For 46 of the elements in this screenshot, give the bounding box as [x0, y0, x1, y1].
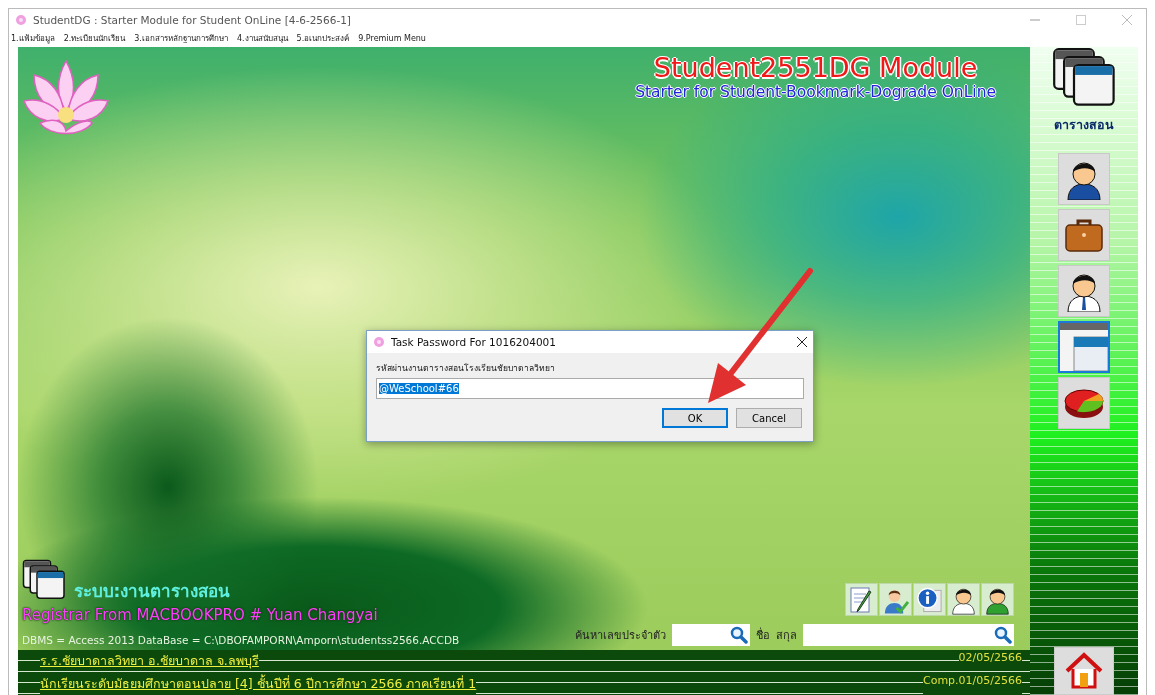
- database-path: DBMS = Access 2013 DataBase = C:\DBOFAMPORN\Amporn\studentss2566.ACCDB: [22, 634, 460, 646]
- sidebar-button[interactable]: [1058, 377, 1110, 429]
- name-search-field[interactable]: [803, 624, 991, 646]
- sidebar-button[interactable]: [1058, 265, 1110, 317]
- module-title: Student2551DG Module: [653, 53, 978, 83]
- flower-icon: [373, 336, 385, 348]
- flower-icon: [15, 14, 27, 26]
- menu-item[interactable]: 1.แฟ้มข้อมูล: [11, 31, 55, 45]
- name-label: ชื่อ: [756, 626, 770, 644]
- home-button[interactable]: [1054, 647, 1114, 695]
- class-info: นักเรียนระดับมัธยมศึกษาตอนปลาย [4] ชั้นปีที่ 6 ปีการศึกษา 2566 ภาคเรียนที่ 1: [40, 673, 477, 694]
- comp-date: Comp.01/05/2566: [923, 673, 1022, 694]
- dialog-button[interactable]: OK: [662, 408, 728, 428]
- menu-item[interactable]: 2.ทะเบียนนักเรียน: [63, 31, 126, 45]
- menu-item[interactable]: 9.Premium Menu: [358, 33, 426, 43]
- toolbar-button[interactable]: [947, 583, 980, 616]
- toolbar-button[interactable]: [913, 583, 946, 616]
- school-name: ร.ร.ชัยบาดาลวิทยา อ.ชัยบาดาล จ.ลพบุรี: [40, 651, 259, 672]
- search-button[interactable]: [991, 624, 1014, 646]
- toolbar-button[interactable]: [981, 583, 1014, 616]
- menu-item[interactable]: 3.เอกสารหลักฐานการศึกษา: [134, 31, 228, 45]
- module-subtitle: Starter for Student-Bookmark-Dograde OnLine: [635, 83, 996, 101]
- toolbar-button[interactable]: [845, 583, 878, 616]
- sidebar-caption: ตารางสอน: [1054, 116, 1114, 134]
- close-icon[interactable]: [797, 337, 807, 347]
- menu-item[interactable]: 5.อเนกประสงค์: [296, 31, 350, 45]
- sidebar-button[interactable]: [1058, 209, 1110, 261]
- id-search-label: ค้นหาเลขประจำตัว: [575, 628, 666, 644]
- menu-item[interactable]: 4.งานสนับสนุน: [236, 31, 288, 45]
- module-name: ระบบ:งานตารางสอน: [73, 580, 231, 603]
- sidebar-button[interactable]: [1058, 153, 1110, 205]
- window-title: StudentDG : Starter Module for Student OnLine [4-6-2566-1]: [33, 14, 352, 26]
- id-search-field[interactable]: [672, 624, 727, 646]
- dialog-button[interactable]: Cancel: [736, 408, 802, 428]
- window-icon: [1060, 323, 1108, 371]
- info-icon: [916, 585, 943, 614]
- search-icon: [729, 626, 748, 644]
- surname-label: สกุล: [776, 628, 797, 644]
- password-prompt: รหัสผ่านงานตารางสอนโรงเรียนชัยบาดาลวิทยา: [376, 362, 556, 375]
- password-field[interactable]: @WeSchool#66: [376, 378, 804, 399]
- dialog-title: Task Password For 1016204001: [391, 336, 557, 348]
- briefcase-icon: [1064, 217, 1104, 253]
- registrar-text: Registrar From MACBOOKPRO # Yuan Changyai: [22, 606, 379, 624]
- home-icon: [1064, 651, 1104, 691]
- search-button[interactable]: [727, 624, 750, 646]
- search-icon: [993, 626, 1012, 644]
